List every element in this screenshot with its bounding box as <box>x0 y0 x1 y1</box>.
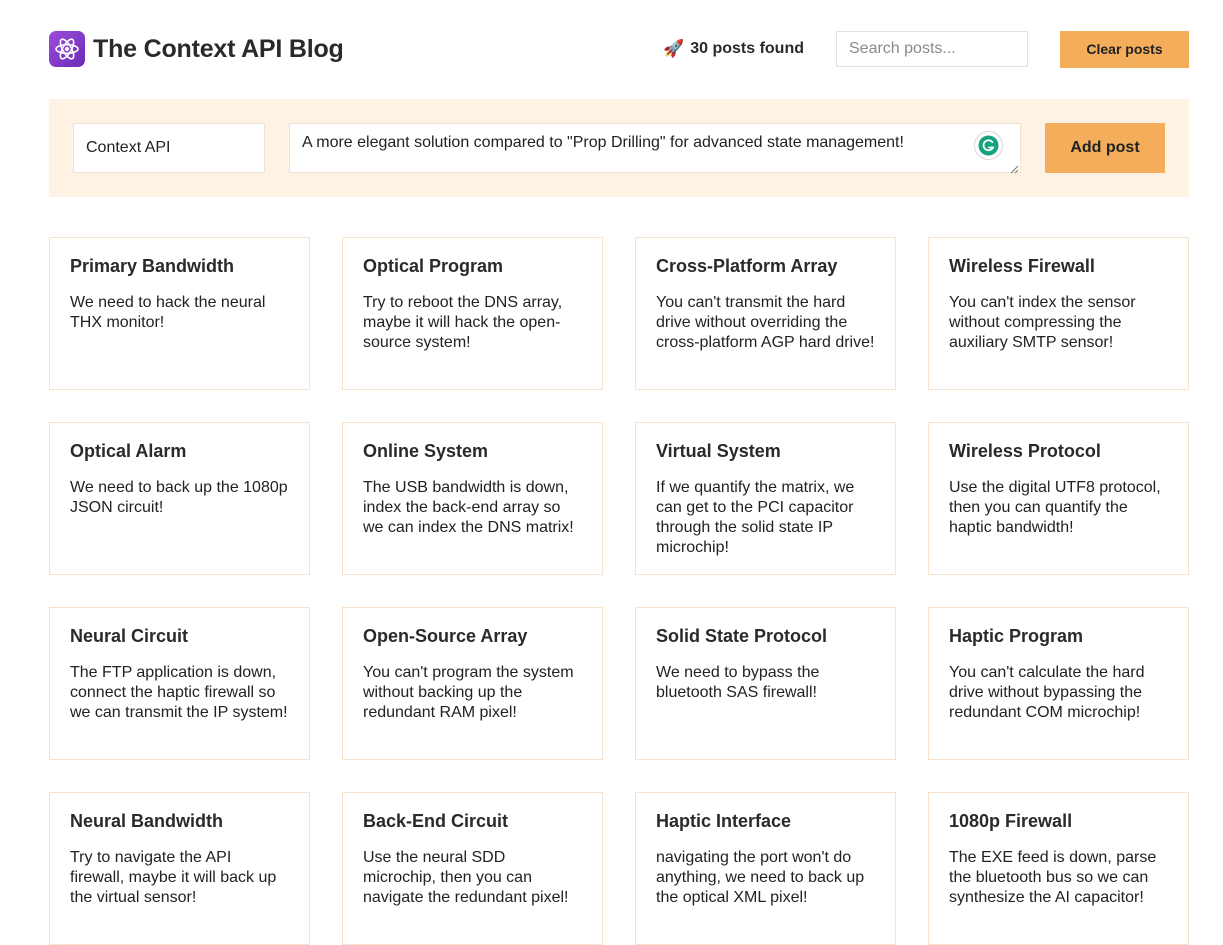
post-body: You can't index the sensor without compr… <box>949 294 1136 351</box>
post-count: 🚀 30 posts found <box>663 39 804 59</box>
post-title: Haptic Interface <box>656 811 792 831</box>
post-body: You can't calculate the hard drive witho… <box>949 664 1145 721</box>
post-body: navigating the port won't do anything, w… <box>656 849 865 906</box>
post-card: Haptic Program You can't calculate the h… <box>928 607 1189 760</box>
post-title: Wireless Firewall <box>949 256 1095 276</box>
atom-icon <box>49 31 85 67</box>
header: The Context API Blog 🚀 30 posts found Cl… <box>49 30 1189 68</box>
clear-posts-button[interactable]: Clear posts <box>1060 30 1189 68</box>
post-card: 1080p Firewall The EXE feed is down, par… <box>928 792 1189 945</box>
post-body: You can't program the system without bac… <box>363 664 574 721</box>
post-title: Virtual System <box>656 441 781 461</box>
post-body: If we quantify the matrix, we can get to… <box>656 479 855 556</box>
post-title: Optical Alarm <box>70 441 187 461</box>
post-card: Wireless Protocol Use the digital UTF8 p… <box>928 422 1189 575</box>
post-body: We need to bypass the bluetooth SAS fire… <box>656 664 820 701</box>
post-title: Online System <box>363 441 489 461</box>
post-body: Use the digital UTF8 protocol, then you … <box>949 479 1161 536</box>
grammarly-icon[interactable] <box>974 131 1003 160</box>
post-title: Wireless Protocol <box>949 441 1101 461</box>
post-count-text: 30 posts found <box>690 40 804 57</box>
post-body: We need to back up the 1080p JSON circui… <box>70 479 288 516</box>
post-card: Neural Circuit The FTP application is do… <box>49 607 310 760</box>
post-title: Neural Bandwidth <box>70 811 224 831</box>
post-body: The FTP application is down, connect the… <box>70 664 288 721</box>
header-actions: 🚀 30 posts found Clear posts <box>663 30 1189 68</box>
page-title: The Context API Blog <box>93 34 344 63</box>
post-card: Virtual System If we quantify the matrix… <box>635 422 896 575</box>
post-card: Online System The USB bandwidth is down,… <box>342 422 603 575</box>
post-body: Try to reboot the DNS array, maybe it wi… <box>363 294 563 351</box>
post-card: Primary Bandwidth We need to hack the ne… <box>49 237 310 390</box>
post-title: Primary Bandwidth <box>70 256 235 276</box>
post-body: Try to navigate the API firewall, maybe … <box>70 849 277 906</box>
resize-handle-icon[interactable] <box>1009 161 1019 174</box>
add-post-form: A more elegant solution compared to "Pro… <box>49 99 1189 197</box>
post-title: Solid State Protocol <box>656 626 828 646</box>
post-title: Cross-Platform Array <box>656 256 838 276</box>
post-card: Open-Source Array You can't program the … <box>342 607 603 760</box>
post-card: Haptic Interface navigating the port won… <box>635 792 896 945</box>
post-card: Solid State Protocol We need to bypass t… <box>635 607 896 760</box>
post-body: Use the neural SDD microchip, then you c… <box>363 849 569 906</box>
post-grid: Primary Bandwidth We need to hack the ne… <box>49 237 1189 945</box>
post-card: Back-End Circuit Use the neural SDD micr… <box>342 792 603 945</box>
post-body-input[interactable]: A more elegant solution compared to "Pro… <box>289 123 1021 173</box>
post-card: Optical Program Try to reboot the DNS ar… <box>342 237 603 390</box>
post-body: The EXE feed is down, parse the bluetoot… <box>949 849 1157 906</box>
post-title: Neural Circuit <box>70 626 189 646</box>
post-body: The USB bandwidth is down, index the bac… <box>363 479 574 536</box>
post-card: Optical Alarm We need to back up the 108… <box>49 422 310 575</box>
post-title: Haptic Program <box>949 626 1084 646</box>
add-post-button[interactable]: Add post <box>1045 123 1165 173</box>
post-card: Cross-Platform Array You can't transmit … <box>635 237 896 390</box>
post-body: You can't transmit the hard drive withou… <box>656 294 875 351</box>
post-title: Open-Source Array <box>363 626 528 646</box>
rocket-icon: 🚀 <box>663 39 685 58</box>
post-title: 1080p Firewall <box>949 811 1073 831</box>
search-input[interactable] <box>836 31 1028 67</box>
post-body: We need to hack the neural THX monitor! <box>70 294 266 331</box>
post-card: Neural Bandwidth Try to navigate the API… <box>49 792 310 945</box>
post-title: Back-End Circuit <box>363 811 509 831</box>
post-title-input[interactable] <box>73 123 265 173</box>
post-title: Optical Program <box>363 256 504 276</box>
post-card: Wireless Firewall You can't index the se… <box>928 237 1189 390</box>
